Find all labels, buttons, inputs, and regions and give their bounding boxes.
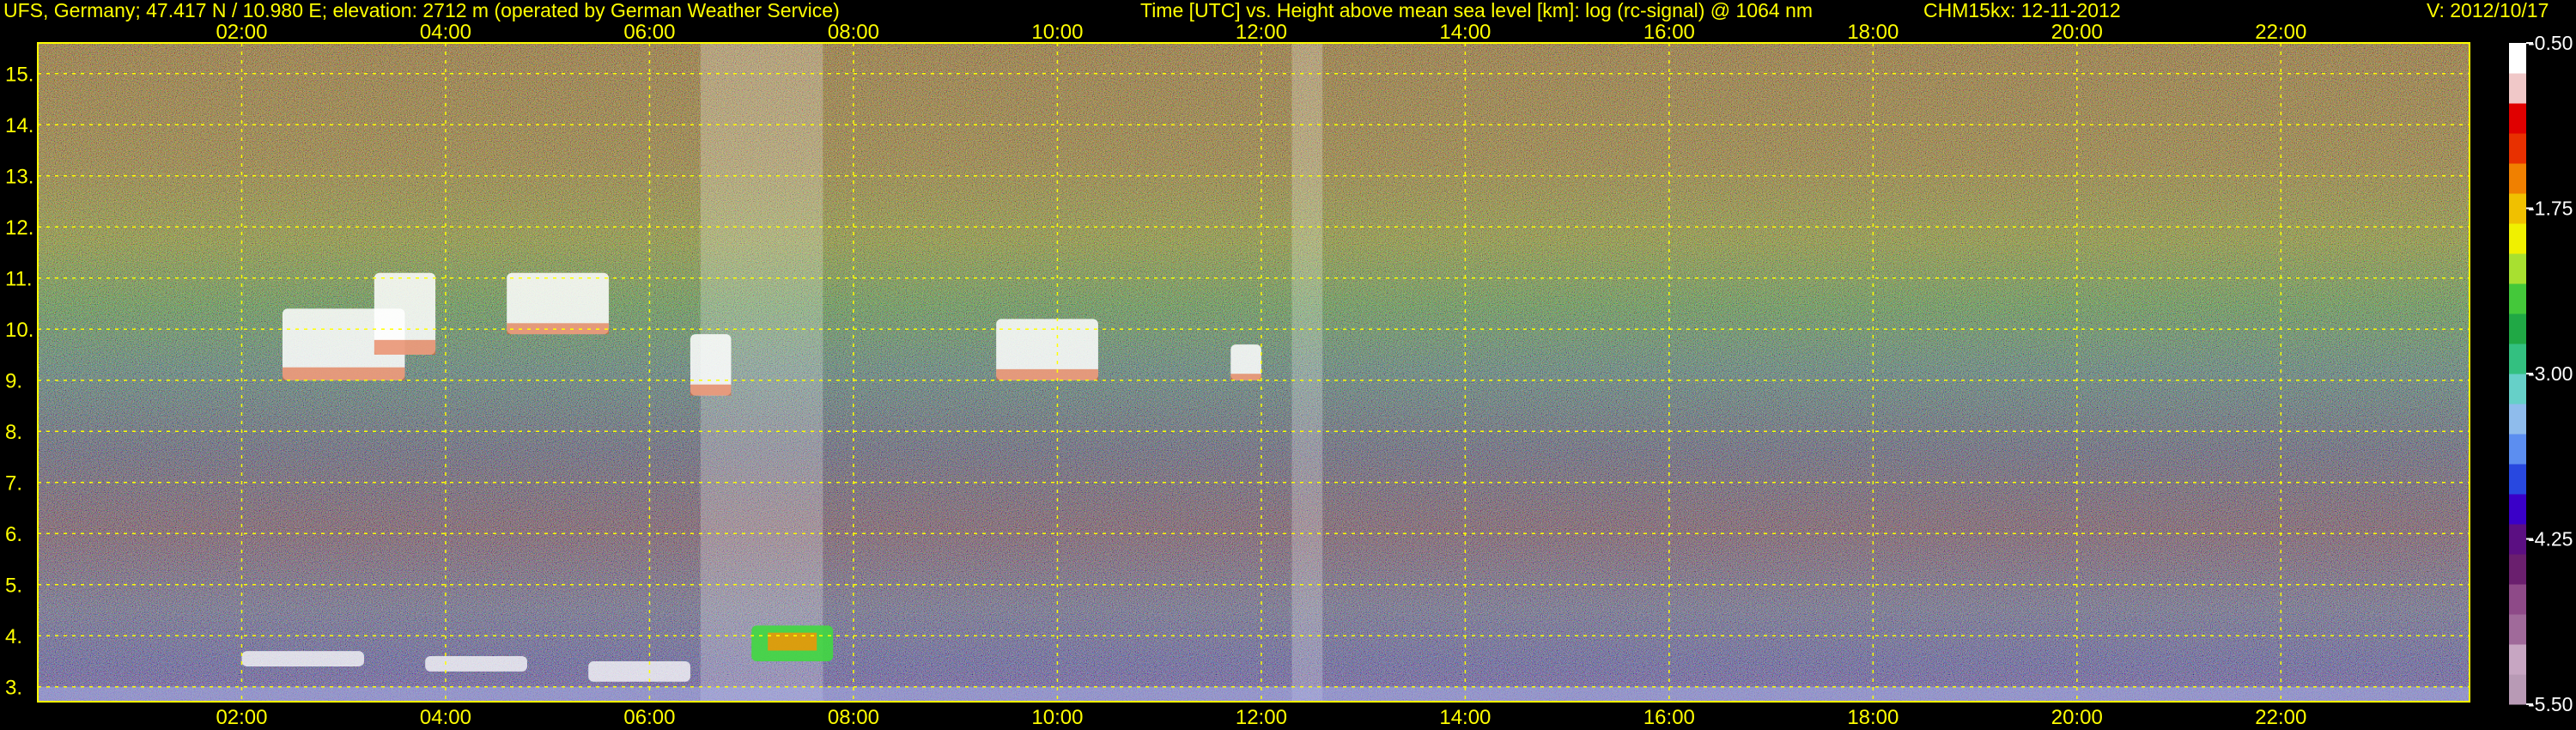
x-tick-label-bottom: 20:00 [2051,706,2103,729]
colorbar-segment [2509,223,2526,254]
colorbar-segment [2509,43,2526,74]
colorbar-segment [2509,674,2526,705]
cirrus-base [690,384,732,396]
y-tick-label: 15. [5,64,33,87]
x-tick-label-top: 04:00 [420,21,471,44]
colorbar-segment [2509,614,2526,645]
x-tick-label-bottom: 02:00 [216,706,267,729]
colorbar-segment [2509,133,2526,164]
x-tick-label-top: 06:00 [623,21,675,44]
x-tick-label-top: 12:00 [1236,21,1287,44]
ceilometer-chart: 3. 4. 5. 6. 7. 8. 9. 10. 11. 12. 13. 14. 15. 02:00 02:… [5,21,2573,729]
colorbar-segment [2509,464,2526,495]
y-tick-label: 11. [5,268,33,291]
colorbar-segment [2509,73,2526,104]
colorbar-tick-label: -0.50 [2528,32,2573,54]
x-tick-label-bottom: 12:00 [1236,706,1287,729]
colorbar-segment [2509,163,2526,194]
y-tick-label: 8. [5,421,22,444]
colorbar-tick-label: -3.00 [2528,362,2573,385]
colorbar-segment [2509,554,2526,585]
y-tick-label: 3. [5,677,22,700]
x-tick-label-top: 10:00 [1031,21,1083,44]
x-tick-label-bottom: 04:00 [420,706,471,729]
colorbar-segment [2509,524,2526,555]
x-tick-label-top: 02:00 [216,21,267,44]
colorbar-segment [2509,404,2526,435]
cirrus-base [282,367,405,380]
x-tick-label-bottom: 06:00 [623,706,675,729]
x-tick-label-bottom: 10:00 [1031,706,1083,729]
y-tick-label: 4. [5,625,22,648]
colorbar-tick-label: -4.25 [2528,528,2573,551]
x-tick-label-bottom: 22:00 [2255,706,2306,729]
colorbar-segment [2509,374,2526,405]
boundary-layer-top [241,651,364,666]
cirrus-base [374,339,436,355]
x-tick-label-bottom: 14:00 [1439,706,1491,729]
y-tick-label: 7. [5,472,22,496]
colorbar-segment [2509,434,2526,465]
x-tick-label-top: 14:00 [1439,21,1491,44]
cirrus-base [1230,374,1261,380]
y-tick-label: 10. [5,319,33,342]
colorbar-segment [2509,193,2526,224]
low-cloud-core [768,632,817,651]
colorbar-segment [2509,283,2526,314]
colorbar-tick-label: -1.75 [2528,198,2573,220]
boundary-layer-top [588,660,690,682]
colorbar-segment [2509,584,2526,615]
colorbar-segment [2509,253,2526,284]
x-tick-label-top: 08:00 [828,21,879,44]
colorbar-tick-label: -5.50 [2528,693,2573,715]
y-tick-label: 12. [5,216,33,240]
ground-layer [38,686,2470,702]
x-tick-label-top: 18:00 [1847,21,1899,44]
x-tick-label-top: 20:00 [2051,21,2103,44]
x-tick-label-bottom: 18:00 [1847,706,1899,729]
y-tick-label: 5. [5,575,22,598]
y-tick-label: 6. [5,523,22,546]
noisy-period [1291,43,1323,702]
x-tick-label-top: 22:00 [2255,21,2306,44]
y-tick-label: 9. [5,370,22,393]
colorbar-segment [2509,494,2526,525]
y-tick-label: 13. [5,166,33,189]
colorbar-segment [2509,344,2526,374]
x-tick-label-bottom: 16:00 [1643,706,1695,729]
x-tick-label-bottom: 08:00 [828,706,879,729]
cirrus-base [996,368,1098,380]
cirrus-base [507,323,609,335]
y-tick-label: 14. [5,114,33,137]
x-tick-label-top: 16:00 [1643,21,1695,44]
boundary-layer-top [425,656,527,672]
colorbar-segment [2509,103,2526,134]
colorbar-segment [2509,313,2526,344]
colorbar-segment [2509,644,2526,675]
